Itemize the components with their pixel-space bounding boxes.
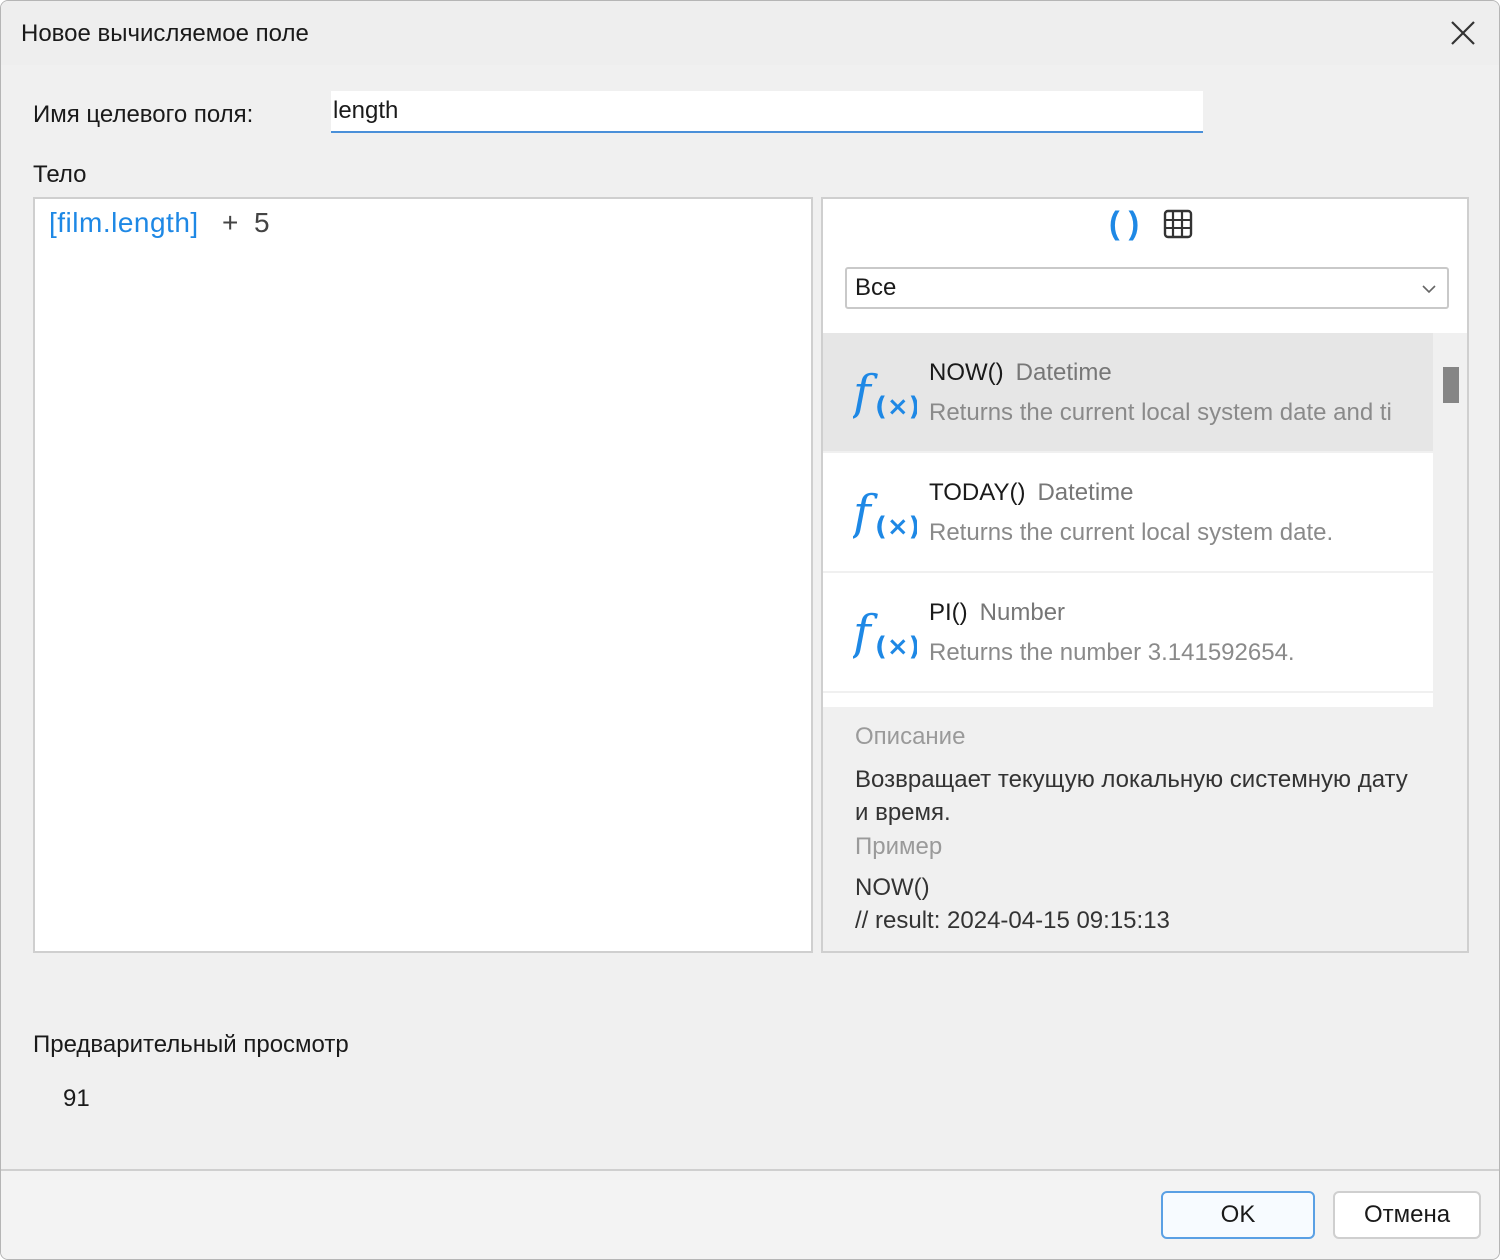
function-panel: ( ) Все f (×) NOW() Datetime Returns the… (821, 197, 1469, 953)
function-item-today[interactable]: f (×) TODAY() Datetime Returns the curren… (823, 453, 1433, 571)
function-signature: PI() Number (929, 599, 1066, 626)
expression-number: 5 (253, 207, 270, 238)
body-label: Тело (33, 161, 87, 188)
description-text-line2: и время. (855, 799, 951, 826)
svg-text:(×): (×) (875, 512, 917, 542)
svg-text:(×): (×) (875, 632, 917, 662)
function-description: Returns the current local system date. (929, 519, 1334, 546)
scrollbar-thumb[interactable] (1443, 367, 1459, 403)
expression-line: [film.length] + 5 (49, 207, 270, 239)
function-icon: f (×) (853, 365, 917, 422)
dialog-footer: OK Отмена (1, 1171, 1499, 1259)
example-code-line1: NOW() (855, 874, 930, 901)
ok-button[interactable]: OK (1161, 1191, 1315, 1239)
expression-operator: + (222, 207, 239, 238)
cancel-button[interactable]: Отмена (1333, 1191, 1481, 1239)
expression-editor[interactable]: [film.length] + 5 (33, 197, 813, 953)
function-item-partial[interactable] (823, 693, 1433, 707)
example-code-line2: // result: 2024-04-15 09:15:13 (855, 907, 1170, 934)
chevron-down-icon (1422, 285, 1436, 294)
function-icon: f (×) (853, 605, 917, 662)
function-description: Returns the number 3.141592654. (929, 639, 1295, 666)
close-button[interactable] (1445, 15, 1481, 51)
category-dropdown[interactable]: Все (845, 267, 1449, 309)
preview-label: Предварительный просмотр (33, 1031, 349, 1058)
category-selected: Все (855, 274, 897, 301)
dialog-title: Новое вычисляемое поле (21, 20, 309, 47)
title-bar: Новое вычисляемое поле (1, 1, 1499, 65)
close-icon (1451, 21, 1475, 45)
preview-value: 91 (63, 1085, 90, 1112)
example-heading: Пример (855, 833, 943, 860)
target-field-input[interactable] (331, 91, 1203, 133)
target-field-label: Имя целевого поля: (33, 101, 254, 128)
description-heading: Описание (855, 723, 966, 750)
functions-tab-icon[interactable]: ( ) (1109, 205, 1139, 242)
function-icon: f (×) (853, 485, 917, 542)
function-details: Описание Возвращает текущую локальную си… (823, 707, 1467, 951)
svg-text:(×): (×) (875, 392, 917, 422)
panel-toolbar: ( ) (823, 199, 1467, 253)
expression-field-token: [film.length] (49, 207, 199, 238)
function-list[interactable]: f (×) NOW() Datetime Returns the current … (823, 333, 1467, 707)
fields-tab-icon[interactable] (1163, 209, 1193, 239)
description-text-line1: Возвращает текущую локальную системную д… (855, 766, 1408, 793)
calculated-field-dialog: Новое вычисляемое поле Имя целевого поля… (0, 0, 1500, 1260)
function-item-now[interactable]: f (×) NOW() Datetime Returns the current … (823, 333, 1433, 451)
function-description: Returns the current local system date an… (929, 399, 1392, 426)
function-item-pi[interactable]: f (×) PI() Number Returns the number 3.14… (823, 573, 1433, 691)
function-signature: TODAY() Datetime (929, 479, 1134, 506)
function-signature: NOW() Datetime (929, 359, 1112, 386)
